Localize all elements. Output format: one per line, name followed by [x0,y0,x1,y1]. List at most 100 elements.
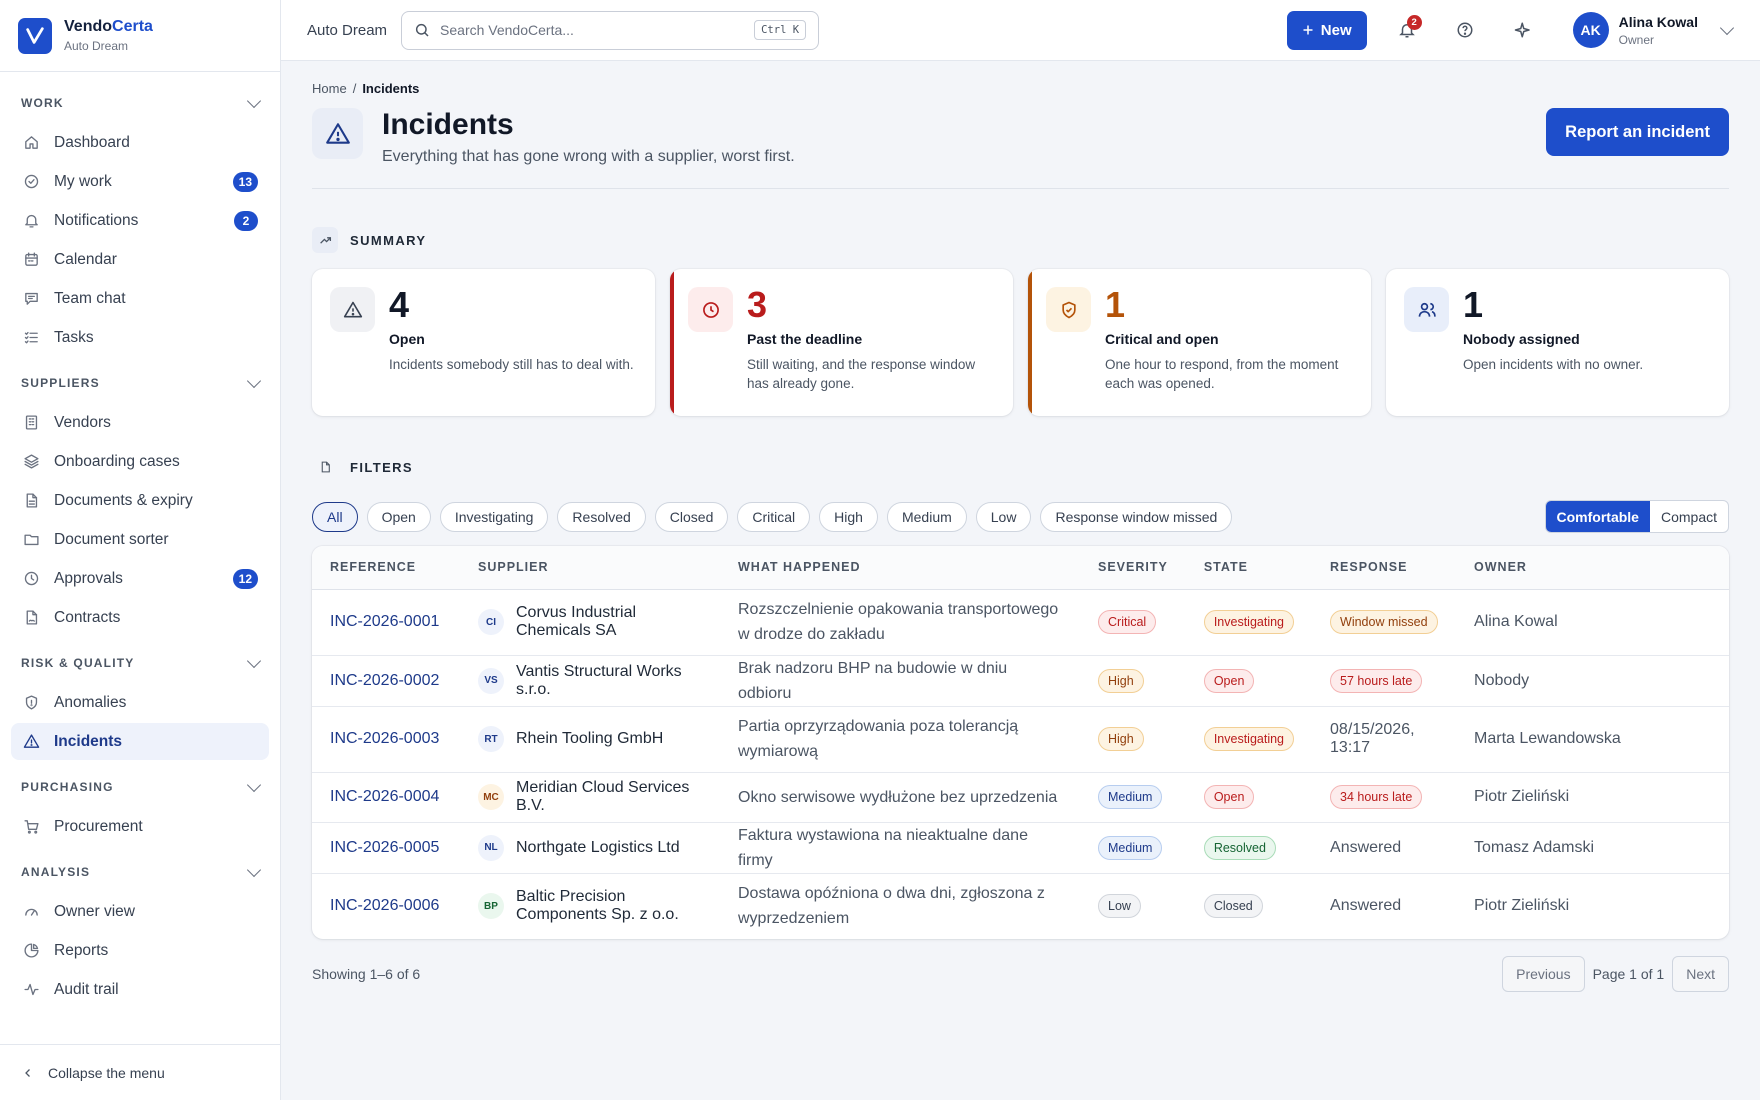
sidebar-item-document-sorter[interactable]: Document sorter [11,521,269,558]
density-comfortable[interactable]: Comfortable [1545,501,1650,532]
search-box[interactable]: Ctrl K [401,10,820,50]
sidebar-item-incidents[interactable]: Incidents [11,723,269,760]
sidebar-item-vendors[interactable]: Vendors [11,404,269,441]
filter-chip-response-window-missed[interactable]: Response window missed [1040,501,1233,532]
column-header-severity[interactable]: SEVERITY [1080,546,1186,590]
supplier-avatar: MC [478,784,504,810]
incident-reference-link[interactable]: INC-2026-0005 [330,839,439,856]
density-toggle: Comfortable Compact [1544,500,1729,533]
supplier-cell: CI Corvus Industrial Chemicals SA [460,589,720,656]
count-badge: 12 [232,568,258,589]
what-happened-cell: Brak nadzoru BHP na budowie w dniu odbio… [720,655,1080,707]
table-row[interactable]: INC-2026-0002 VS Vantis Structural Works s… [312,655,1729,707]
card-past-deadline[interactable]: 3 Past the deadline Still waiting, and t… [670,269,1013,416]
nav-section-risk-quality[interactable]: RISK & QUALITY [11,644,269,682]
column-header-state[interactable]: STATE [1185,546,1313,590]
sidebar-item-audit-trail[interactable]: Audit trail [11,971,269,1008]
sidebar-item-anomalies[interactable]: Anomalies [11,684,269,721]
sidebar-item-onboarding-cases[interactable]: Onboarding cases [11,443,269,480]
owner-cell: Alina Kowal [1456,589,1729,656]
response-badge: 34 hours late [1330,785,1423,809]
supplier-avatar: RT [478,726,504,752]
notifications-button[interactable]: 2 [1389,12,1425,48]
clock-icon [688,287,733,332]
filter-chip-critical[interactable]: Critical [737,501,811,532]
sidebar-item-contracts[interactable]: Contracts [11,599,269,636]
breadcrumb-home[interactable]: Home [312,81,347,96]
state-badge: Investigating [1203,727,1295,751]
incident-reference-link[interactable]: INC-2026-0003 [330,730,439,747]
search-input[interactable] [440,22,745,38]
column-header-reference[interactable]: REFERENCE [312,546,460,590]
nav-section-work[interactable]: WORK [11,84,269,122]
incident-reference-link[interactable]: INC-2026-0004 [330,788,439,805]
sidebar-item-tasks[interactable]: Tasks [11,319,269,356]
sidebar-item-dashboard[interactable]: Dashboard [11,124,269,161]
nav-section-suppliers[interactable]: SUPPLIERS [11,364,269,402]
supplier: RT Rhein Tooling GmbH [478,726,702,752]
sidebar-item-owner-view[interactable]: Owner view [11,893,269,930]
card-critical-open[interactable]: 1 Critical and open One hour to respond,… [1028,269,1371,416]
table-row[interactable]: INC-2026-0004 MC Meridian Cloud Services B… [312,772,1729,823]
incident-reference-link[interactable]: INC-2026-0006 [330,897,439,914]
sidebar-item-calendar[interactable]: Calendar [11,241,269,278]
incident-reference-link[interactable]: INC-2026-0002 [330,672,439,689]
supplier: BP Baltic Precision Components Sp. z o.o. [478,888,702,924]
summary-label: SUMMARY [350,232,427,248]
card-value: 1 [1105,284,1126,325]
filter-chip-high[interactable]: High [819,501,878,532]
new-button[interactable]: New [1286,10,1367,50]
breadcrumb-current: Incidents [362,81,420,96]
supplier-name: Northgate Logistics Ltd [516,838,680,856]
filter-chip-investigating[interactable]: Investigating [439,501,549,532]
building-icon [22,414,40,432]
org-switcher[interactable]: Auto Dream [307,22,387,39]
nav-section-label: PURCHASING [21,780,114,794]
column-header-response[interactable]: RESPONSE [1312,546,1457,590]
card-open[interactable]: 4 Open Incidents somebody still has to d… [312,269,655,416]
filter-chip-closed[interactable]: Closed [654,501,729,532]
sidebar-item-label: Documents & expiry [54,491,193,509]
sidebar-item-approvals[interactable]: Approvals 12 [11,560,269,597]
column-header-supplier[interactable]: SUPPLIER [460,546,720,590]
supplier: MC Meridian Cloud Services B.V. [478,779,702,815]
sparkle-icon [1514,22,1530,38]
sidebar-item-team-chat[interactable]: Team chat [11,280,269,317]
filter-chip-resolved[interactable]: Resolved [557,501,646,532]
collapse-menu-button[interactable]: Collapse the menu [0,1044,280,1100]
sidebar-item-reports[interactable]: Reports [11,932,269,969]
filter-chip-open[interactable]: Open [366,501,431,532]
previous-page-button[interactable]: Previous [1502,956,1585,992]
state-cell: Open [1185,655,1313,707]
state-badge: Closed [1203,894,1263,919]
next-page-button[interactable]: Next [1672,956,1729,992]
owner-cell: Piotr Zieliński [1474,897,1570,915]
table-row[interactable]: INC-2026-0006 BP Baltic Precision Componen… [312,873,1729,939]
table-row[interactable]: INC-2026-0003 RT Rhein Tooling GmbH Partia … [312,706,1729,773]
filter-chip-medium[interactable]: Medium [886,501,967,532]
filter-doc-icon [312,454,338,480]
sidebar-item-notifications[interactable]: Notifications 2 [11,202,269,239]
sidebar-item-documents-expiry[interactable]: Documents & expiry [11,482,269,519]
user-menu[interactable]: AK Alina Kowal Owner [1572,12,1735,48]
table-row[interactable]: INC-2026-0005 NL Northgate Logistics Ltd Fa… [312,822,1729,874]
sidebar-item-my-work[interactable]: My work 13 [11,163,269,200]
assistant-button[interactable] [1505,12,1541,48]
filter-chip-all[interactable]: All [312,501,358,532]
incident-reference-link[interactable]: INC-2026-0001 [330,613,439,630]
report-incident-button[interactable]: Report an incident [1546,108,1729,156]
filter-chip-low[interactable]: Low [975,501,1032,532]
help-button[interactable] [1447,12,1483,48]
column-header-what-happened[interactable]: WHAT HAPPENED [720,546,1080,590]
density-compact[interactable]: Compact [1650,501,1728,532]
brand[interactable]: VendoCerta Auto Dream [0,0,280,72]
nav-section-analysis[interactable]: ANALYSIS [11,853,269,891]
chevron-left-icon [25,1068,30,1077]
supplier-cell: NL Northgate Logistics Ltd [460,822,720,874]
supplier-avatar: VS [478,667,504,694]
card-nobody-assigned[interactable]: 1 Nobody assigned Open incidents with no… [1386,269,1729,416]
column-header-owner[interactable]: OWNER [1456,546,1729,590]
nav-section-purchasing[interactable]: PURCHASING [11,768,269,806]
table-row[interactable]: INC-2026-0001 CI Corvus Industrial Chemica… [312,589,1729,656]
sidebar-item-procurement[interactable]: Procurement [11,808,269,845]
